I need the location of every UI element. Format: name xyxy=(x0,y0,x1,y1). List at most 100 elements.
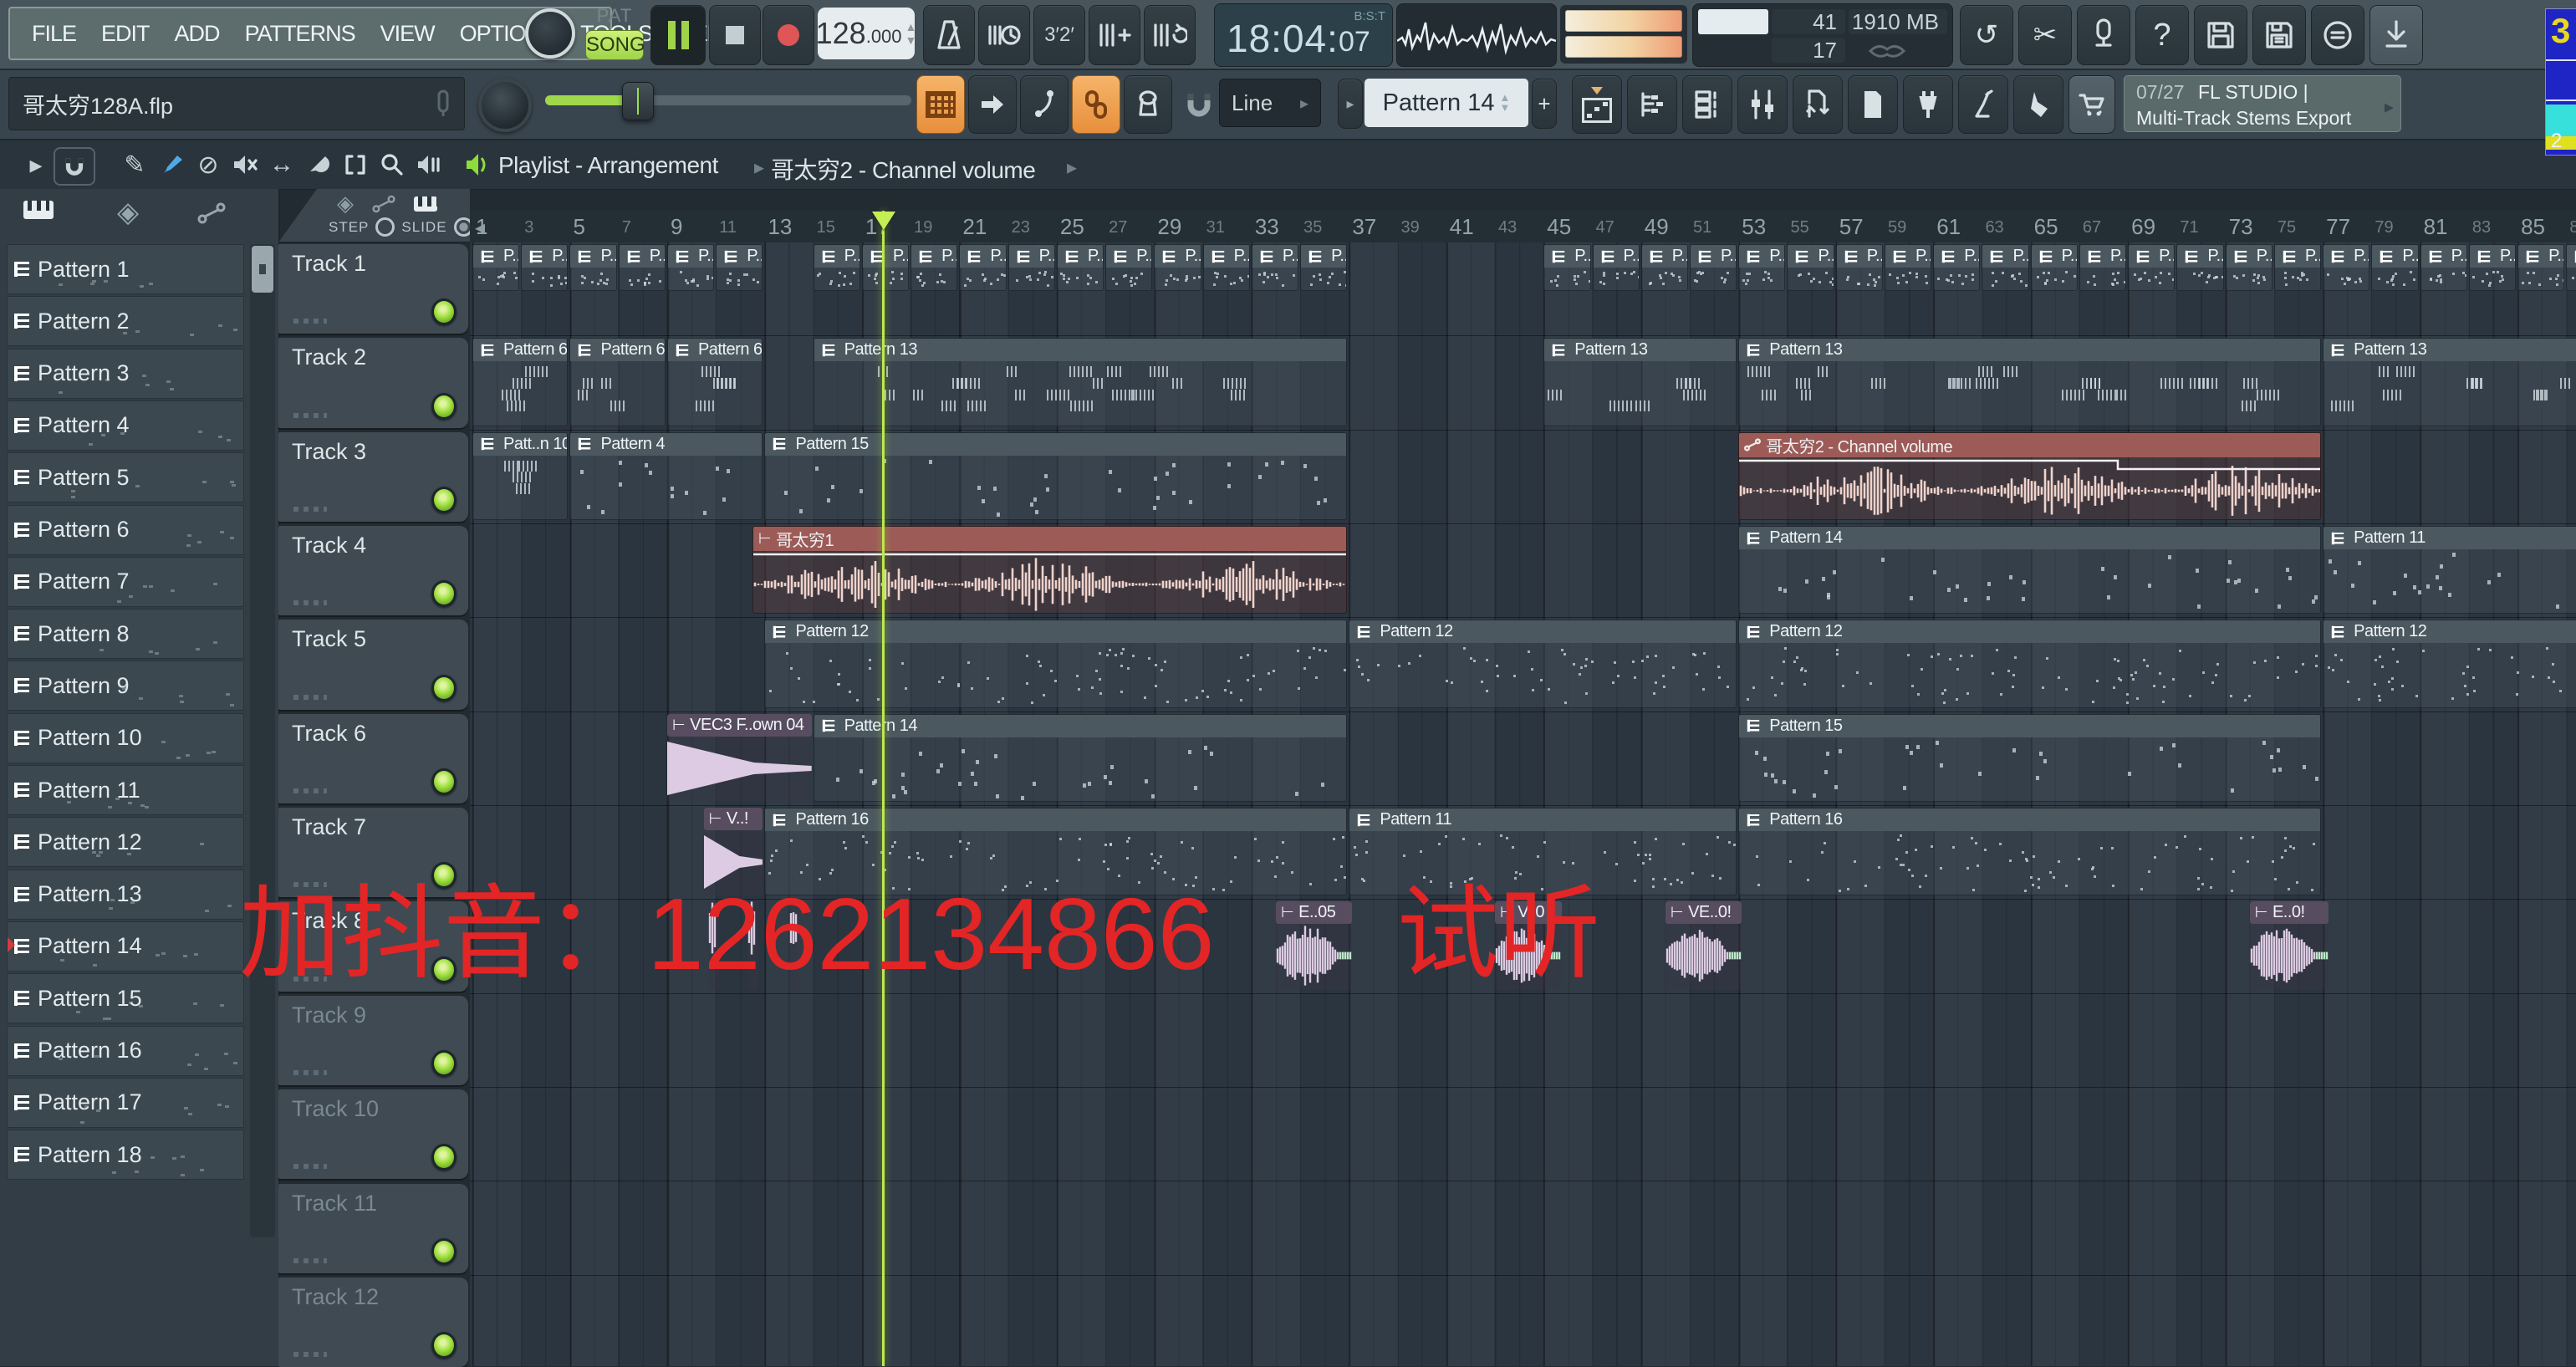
playlist-clip[interactable]: Pattern 14 xyxy=(814,714,1348,802)
pat-mode-label[interactable]: PAT xyxy=(585,5,644,27)
volume-automation-line[interactable] xyxy=(753,551,1347,579)
recording-mic-button[interactable] xyxy=(2077,5,2130,65)
playlist-clip[interactable]: P.. xyxy=(1933,244,1980,291)
plugin-database-button[interactable] xyxy=(1903,75,1953,134)
paint-tool-button[interactable] xyxy=(154,147,189,182)
typing-keyboard-button[interactable] xyxy=(1124,75,1172,134)
select-tool-button[interactable] xyxy=(338,147,373,182)
zoom-tool-button[interactable] xyxy=(375,147,410,182)
wait-for-input-button[interactable] xyxy=(978,5,1030,65)
pattern-list-item[interactable]: Pattern 8 xyxy=(7,609,244,659)
loop-record-button[interactable] xyxy=(1144,5,1196,65)
menu-edit[interactable]: EDIT xyxy=(101,21,150,47)
cpu-meter[interactable] xyxy=(1560,5,1687,64)
tempo-stepper[interactable]: ▲▼ xyxy=(905,20,917,47)
pattern-stepper[interactable]: ▲▼ xyxy=(1499,93,1510,112)
master-pitch-knob[interactable] xyxy=(478,79,532,132)
menu-view[interactable]: VIEW xyxy=(380,21,435,47)
pattern-list-item[interactable]: Pattern 1 xyxy=(7,244,244,294)
track-lane-9[interactable] xyxy=(470,994,2576,1088)
playlist-clip[interactable]: Pattern 13 xyxy=(814,338,1348,426)
track-header-2[interactable]: Track 2 xyxy=(278,338,468,427)
pattern-list-item[interactable]: Pattern 7 xyxy=(7,557,244,607)
pattern-list-item[interactable]: Pattern 9 xyxy=(7,661,244,711)
pattern-list-item[interactable]: Pattern 4 xyxy=(7,400,244,451)
pattern-list-item[interactable]: Pattern 10 xyxy=(7,713,244,763)
cut-tool-button[interactable]: ✂ xyxy=(2018,5,2072,65)
playlist-clip[interactable]: P.. xyxy=(2176,244,2223,291)
playlist-clip[interactable]: P.. xyxy=(521,244,568,291)
playlist-clip[interactable]: P.. xyxy=(472,244,519,291)
slider-thumb[interactable] xyxy=(622,82,654,120)
playlist-clip[interactable]: P.. xyxy=(1690,244,1737,291)
playlist-clip[interactable]: P.. xyxy=(2031,244,2078,291)
project-file-tab[interactable]: 哥太穷128A.flp xyxy=(8,77,465,130)
slip-tool-button[interactable]: ↔ xyxy=(264,147,299,182)
playlist-clip[interactable]: P.. xyxy=(2517,244,2564,291)
pat-song-toggle[interactable]: PAT SONG xyxy=(585,5,644,64)
breadcrumb-playlist[interactable]: Playlist - Arrangement xyxy=(498,152,718,179)
track-options-dots[interactable] xyxy=(293,600,327,605)
menu-file[interactable]: FILE xyxy=(32,21,76,47)
track-options-dots[interactable] xyxy=(293,1352,327,1357)
overdub-button[interactable] xyxy=(1089,5,1140,65)
playlist-clip[interactable]: Pattern 4 xyxy=(569,432,763,520)
pattern-list-scrollbar[interactable] xyxy=(250,244,275,1237)
pattern-list-item[interactable]: Pattern 2 xyxy=(7,296,244,346)
playlist-clip[interactable]: P.. xyxy=(2371,244,2418,291)
playlist-clip[interactable]: P.. xyxy=(2420,244,2467,291)
playlist-clip[interactable]: Pattern 13 xyxy=(1738,338,2321,426)
playlist-panel-button[interactable] xyxy=(1572,75,1622,134)
browser-panel-button[interactable] xyxy=(1793,75,1843,134)
playlist-clip[interactable]: Pattern 6 xyxy=(667,338,763,426)
playlist-clip[interactable]: Pattern 15 xyxy=(1738,714,2321,802)
playlist-clip[interactable]: Pattern 6 xyxy=(472,338,568,426)
pattern-list-item[interactable]: Pattern 15 xyxy=(7,973,244,1023)
track-enable-led[interactable] xyxy=(431,1050,457,1077)
playlist-clip[interactable]: P.. xyxy=(911,244,957,291)
playlist-clip[interactable]: Pattern 12 xyxy=(1349,620,1737,707)
track-enable-led[interactable] xyxy=(431,768,457,795)
shop-button[interactable] xyxy=(2068,75,2115,134)
delete-tool-button[interactable]: ⊘ xyxy=(191,147,226,182)
pattern-list-item[interactable]: Pattern 5 xyxy=(7,452,244,502)
pattern-list-item[interactable]: Pattern 16 xyxy=(7,1026,244,1076)
playlist-clip[interactable]: Pattern 14 xyxy=(1738,526,2321,614)
playlist-clip[interactable]: Pattern 13 xyxy=(1543,338,1737,426)
export-download-button[interactable] xyxy=(2369,5,2423,65)
typing-link-button[interactable] xyxy=(1072,75,1120,134)
touch-controller-button[interactable] xyxy=(1958,75,2008,134)
playlist-clip[interactable]: P.. xyxy=(1982,244,2028,291)
add-pattern-button[interactable]: + xyxy=(1532,79,1557,129)
volume-automation-line[interactable] xyxy=(1739,457,2321,486)
track-options-dots[interactable] xyxy=(293,413,327,418)
playlist-clip[interactable]: Pattern 12 xyxy=(764,620,1347,707)
mixer-panel-button[interactable] xyxy=(1737,75,1788,134)
track-options-dots[interactable] xyxy=(293,788,327,793)
track-enable-led[interactable] xyxy=(431,487,457,513)
playlist-clip[interactable]: P.. xyxy=(1008,244,1055,291)
playlist-clip[interactable]: P.. xyxy=(619,244,666,291)
piano-roll-panel-button[interactable] xyxy=(1627,75,1677,134)
save-button[interactable] xyxy=(2194,5,2247,65)
corner-wave-icon[interactable]: ◈ xyxy=(337,191,354,217)
playlist-clip[interactable]: Pattern 11 xyxy=(2323,526,2576,614)
track-lane-12[interactable] xyxy=(470,1276,2576,1366)
playlist-clip[interactable]: ⊢哥太穷1 xyxy=(752,526,1347,614)
note-slide-button[interactable] xyxy=(1020,75,1069,134)
playlist-clip[interactable]: P.. xyxy=(569,244,616,291)
playlist-clip[interactable]: P.. xyxy=(1543,244,1590,291)
track-header-10[interactable]: Track 10 xyxy=(278,1089,468,1179)
slice-tool-button[interactable] xyxy=(301,147,336,182)
time-display[interactable]: 18:04: 07 B:S:T xyxy=(1214,3,1393,67)
track-options-dots[interactable] xyxy=(293,1070,327,1075)
playlist-clip[interactable]: P.. xyxy=(2469,244,2516,291)
playlist-clip[interactable]: P.. xyxy=(1885,244,1931,291)
playlist-clip[interactable]: P.. xyxy=(1203,244,1250,291)
playlist-clip[interactable]: P.. xyxy=(959,244,1006,291)
pattern-list-item[interactable]: Pattern 3 xyxy=(7,349,244,399)
track-options-dots[interactable] xyxy=(293,1258,327,1263)
scrollbar-thumb[interactable] xyxy=(252,246,273,293)
playlist-grid[interactable]: P..P..P..P..P..P..P..P..P..P..P..P..P..P… xyxy=(470,242,2576,1366)
step-edit-button[interactable] xyxy=(916,75,965,134)
